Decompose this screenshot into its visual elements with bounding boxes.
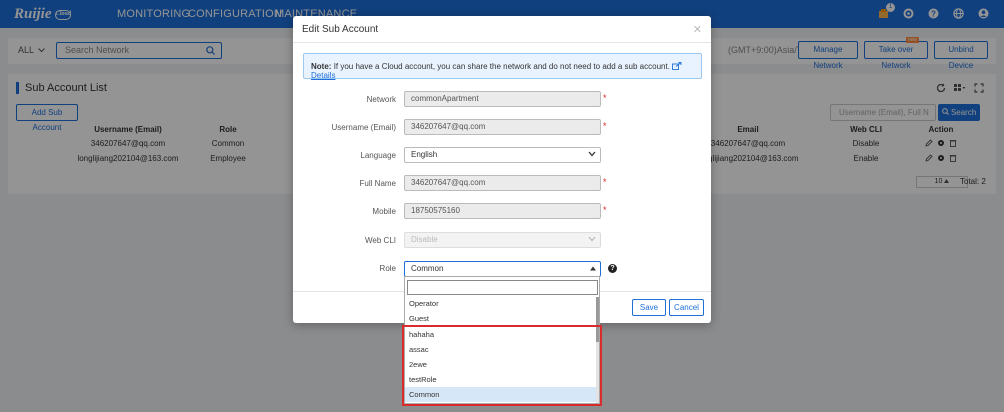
web-cli-label: Web CLI (365, 236, 396, 245)
modal-title: Edit Sub Account (302, 24, 379, 35)
role-select[interactable]: Common (404, 261, 601, 277)
cancel-button[interactable]: Cancel (669, 299, 704, 316)
modal-header: Edit Sub Account ✕ (293, 16, 711, 43)
language-label: Language (360, 151, 396, 160)
share-link-icon[interactable] (672, 62, 682, 70)
username-field: 346207647@qq.com (404, 119, 601, 135)
network-label: Network (366, 95, 396, 104)
language-value: English (411, 150, 438, 159)
web-cli-select: Disable (404, 232, 601, 248)
chevron-down-icon (588, 236, 596, 242)
required-mark: * (603, 177, 607, 187)
full-name-label: Full Name (359, 179, 396, 188)
network-field: commonApartment (404, 91, 601, 107)
role-option-operator[interactable]: Operator (405, 296, 598, 311)
role-option-guest[interactable]: Guest (405, 311, 598, 326)
username-label: Username (Email) (331, 123, 396, 132)
mobile-field[interactable]: 18750575160 (404, 203, 601, 219)
details-link[interactable]: Details (311, 71, 335, 80)
mobile-label: Mobile (372, 207, 396, 216)
close-icon[interactable]: ✕ (693, 23, 702, 36)
save-button[interactable]: Save (632, 299, 666, 316)
required-mark: * (603, 93, 607, 103)
highlight-annotation-box (402, 325, 602, 406)
note-label: Note: (311, 62, 332, 71)
role-help-icon[interactable]: ? (608, 264, 617, 273)
note-text: If you have a Cloud account, you can sha… (333, 62, 670, 71)
web-cli-value: Disable (411, 235, 438, 244)
role-label: Role (379, 264, 396, 273)
chevron-down-icon (588, 151, 596, 157)
full-name-field[interactable]: 346207647@qq.com (404, 175, 601, 191)
caret-up-icon (590, 266, 596, 271)
required-mark: * (603, 121, 607, 131)
cloud-account-note: Note: If you have a Cloud account, you c… (303, 53, 702, 80)
required-mark: * (603, 205, 607, 215)
role-dropdown-search-input[interactable] (407, 280, 598, 295)
language-select[interactable]: English (404, 147, 601, 163)
role-value: Common (411, 264, 444, 273)
